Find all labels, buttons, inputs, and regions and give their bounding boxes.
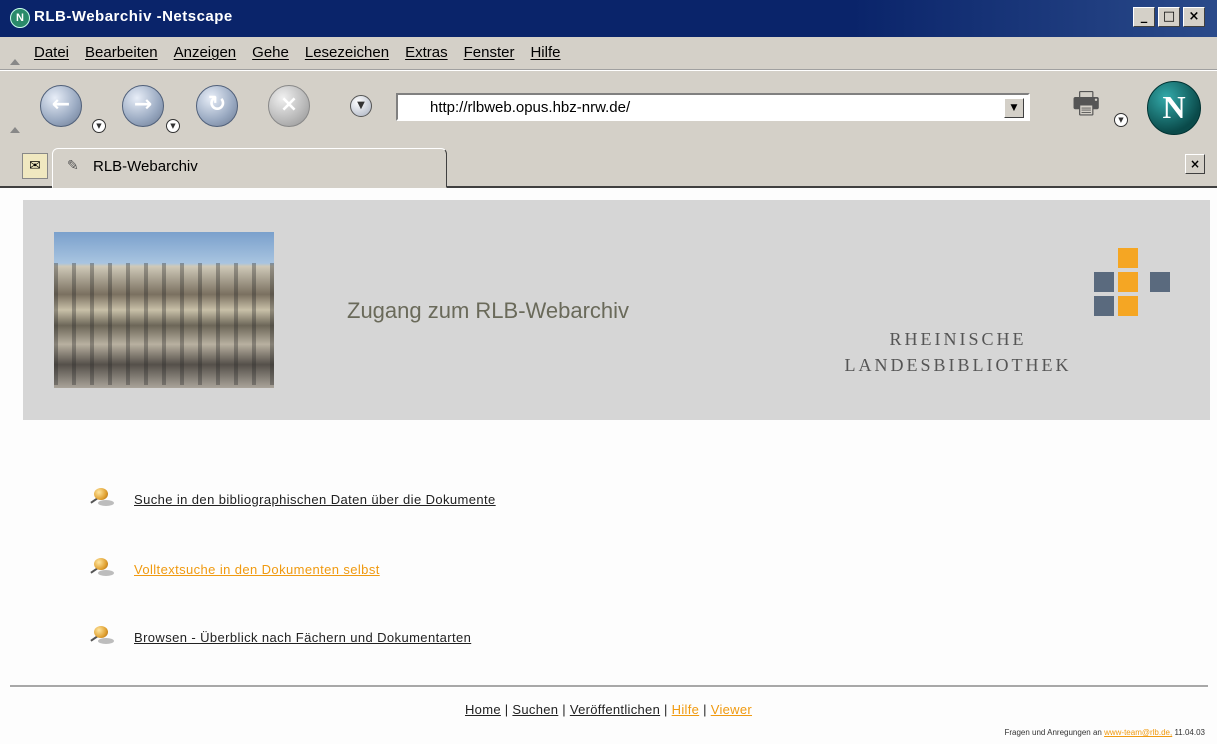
url-input[interactable]: http://rlbweb.opus.hbz-nrw.de/ xyxy=(430,99,630,116)
rlb-logo-text: RHEINISCHE LANDESBIBLIOTHEK xyxy=(813,326,1103,378)
separator: | xyxy=(504,702,509,717)
pushpin-icon xyxy=(88,558,114,580)
stop-button[interactable]: × xyxy=(268,85,310,127)
logo-square xyxy=(1118,272,1138,292)
close-window-button[interactable]: × xyxy=(1183,7,1205,27)
list-item: Suche in den bibliographischen Daten übe… xyxy=(88,488,496,510)
logo-line1: RHEINISCHE xyxy=(889,329,1027,349)
footer-link-hilfe[interactable]: Hilfe xyxy=(672,702,700,717)
forward-button[interactable]: → xyxy=(122,85,164,127)
logo-square xyxy=(1094,272,1114,292)
menu-anzeigen[interactable]: Anzeigen xyxy=(174,44,237,61)
separator: | xyxy=(562,702,566,717)
print-dropdown-icon[interactable]: ▼ xyxy=(1114,113,1128,127)
new-tab-icon[interactable]: ✉ xyxy=(22,153,48,179)
window-title: RLB-Webarchiv -Netscape xyxy=(34,8,233,25)
page-title: Zugang zum RLB-Webarchiv xyxy=(347,298,630,323)
window-controls: _ □ × xyxy=(1133,7,1205,27)
footer-contact: Fragen und Anregungen an www-team@rlb.de… xyxy=(1004,728,1205,737)
logo-square xyxy=(1094,296,1114,316)
navigation-toolbar: ← ▼ → ▼ ↻ × ▼ http://rlbweb.opus.hbz-nrw… xyxy=(0,70,1217,145)
menu-gehe[interactable]: Gehe xyxy=(252,44,289,61)
link-browse[interactable]: Browsen - Überblick nach Fächern und Dok… xyxy=(134,630,471,645)
forward-history-dropdown-icon[interactable]: ▼ xyxy=(166,119,180,133)
separator: | xyxy=(664,702,668,717)
print-icon[interactable]: 🖶 xyxy=(1072,87,1118,121)
menu-fenster[interactable]: Fenster xyxy=(464,44,515,61)
footer-link-suchen[interactable]: Suchen xyxy=(512,702,558,717)
url-history-dropdown-icon[interactable]: ▼ xyxy=(350,95,372,117)
list-item: Volltextsuche in den Dokumenten selbst xyxy=(88,558,380,580)
window-titlebar[interactable]: N RLB-Webarchiv -Netscape _ □ × xyxy=(0,0,1217,37)
menu-bearbeiten[interactable]: Bearbeiten xyxy=(85,44,158,61)
tab-bar: ✉ ✎ RLB-Webarchiv × xyxy=(0,144,1217,188)
bookmark-icon: ✎ xyxy=(67,158,79,174)
reload-button[interactable]: ↻ xyxy=(196,85,238,127)
close-tab-button[interactable]: × xyxy=(1185,154,1205,174)
list-item: Browsen - Überblick nach Fächern und Dok… xyxy=(88,626,471,648)
link-bibliographic-search[interactable]: Suche in den bibliographischen Daten übe… xyxy=(134,492,496,507)
url-bar[interactable]: http://rlbweb.opus.hbz-nrw.de/ ▼ xyxy=(396,93,1030,121)
logo-square xyxy=(1118,296,1138,316)
library-building-photo xyxy=(54,232,274,388)
toolbar-grip-icon[interactable] xyxy=(10,127,20,133)
footer-link-viewer[interactable]: Viewer xyxy=(711,702,752,717)
netscape-throbber-icon[interactable]: N xyxy=(1147,81,1201,135)
footer-link-veroeffentlichen[interactable]: Veröffentlichen xyxy=(570,702,660,717)
netscape-logo-icon: N xyxy=(10,8,30,28)
logo-square xyxy=(1150,272,1170,292)
back-button[interactable]: ← xyxy=(40,85,82,127)
back-history-dropdown-icon[interactable]: ▼ xyxy=(92,119,106,133)
menu-items: Datei Bearbeiten Anzeigen Gehe Lesezeich… xyxy=(34,44,560,61)
menu-lesezeichen[interactable]: Lesezeichen xyxy=(305,44,389,61)
url-dropdown-icon[interactable]: ▼ xyxy=(1004,98,1024,118)
contact-text: Fragen und Anregungen an xyxy=(1004,728,1105,737)
footer-date: 11.04.03 xyxy=(1172,728,1205,737)
pushpin-icon xyxy=(88,626,114,648)
tab-rlb-webarchiv[interactable]: ✎ RLB-Webarchiv xyxy=(52,148,447,188)
separator: | xyxy=(703,702,707,717)
logo-line2: LANDESBIBLIOTHEK xyxy=(844,355,1072,375)
page-content: Zugang zum RLB-Webarchiv RHEINISCHE LAND… xyxy=(0,188,1217,744)
footer-nav: Home | Suchen | Veröffentlichen | Hilfe … xyxy=(0,702,1217,717)
link-fulltext-search[interactable]: Volltextsuche in den Dokumenten selbst xyxy=(134,562,380,577)
contact-email-link[interactable]: www-team@rlb.de, xyxy=(1104,728,1172,737)
toolbar-grip-icon[interactable] xyxy=(10,59,20,65)
menu-extras[interactable]: Extras xyxy=(405,44,448,61)
tab-label: RLB-Webarchiv xyxy=(93,158,198,175)
logo-square xyxy=(1118,248,1138,268)
maximize-button[interactable]: □ xyxy=(1158,7,1180,27)
footer-link-home[interactable]: Home xyxy=(465,702,501,717)
rlb-logo-icon xyxy=(1078,248,1178,320)
pushpin-icon xyxy=(88,488,114,510)
menu-hilfe[interactable]: Hilfe xyxy=(530,44,560,61)
divider xyxy=(10,685,1208,688)
page-header: Zugang zum RLB-Webarchiv RHEINISCHE LAND… xyxy=(23,200,1210,420)
menu-bar: Datei Bearbeiten Anzeigen Gehe Lesezeich… xyxy=(0,37,1217,70)
menu-datei[interactable]: Datei xyxy=(34,44,69,61)
minimize-button[interactable]: _ xyxy=(1133,7,1155,27)
